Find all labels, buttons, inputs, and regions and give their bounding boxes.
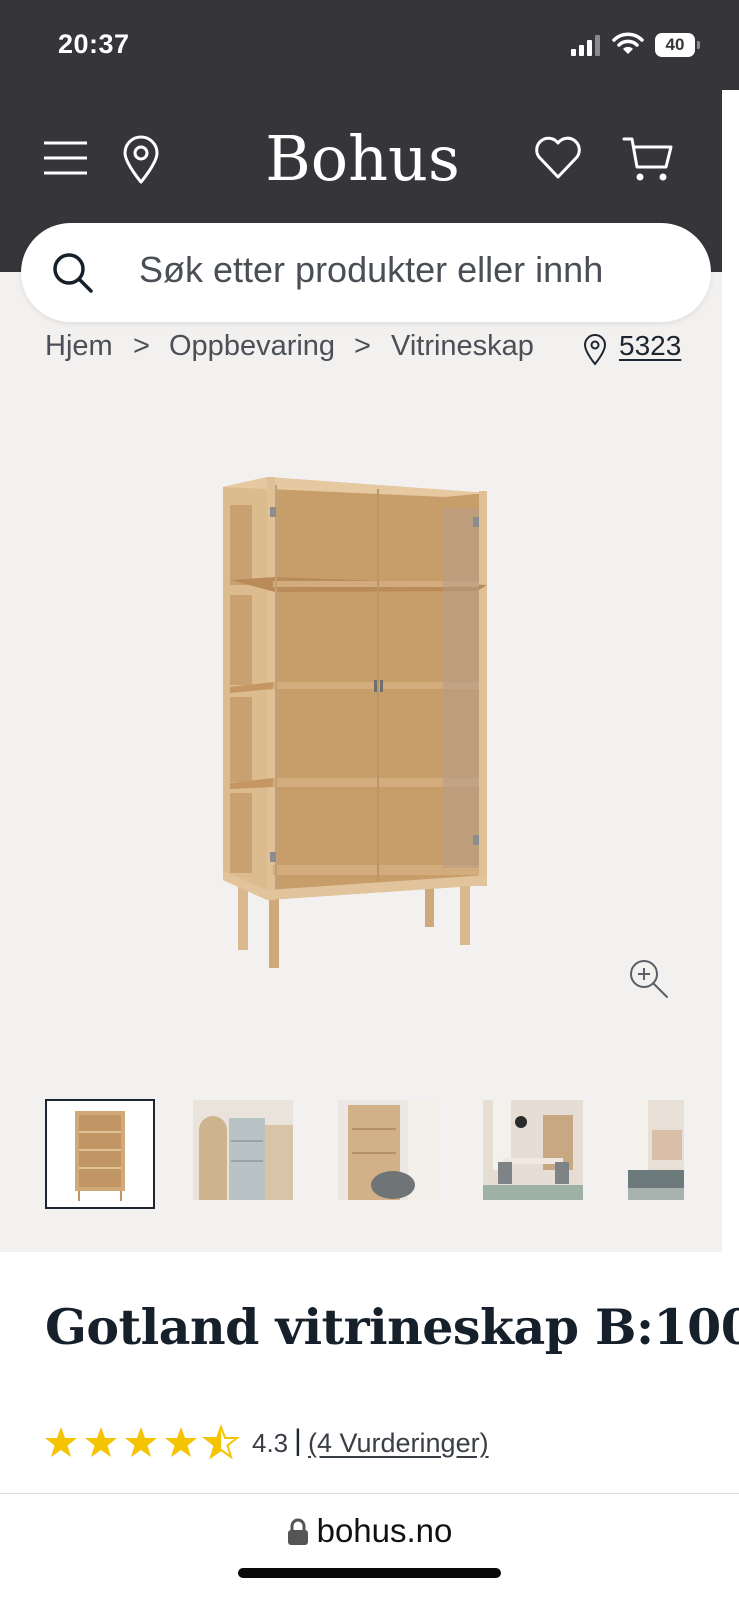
lock-icon [287,1518,308,1545]
menu-icon[interactable] [43,140,88,176]
breadcrumb-separator: > [133,330,150,362]
zoom-in-icon[interactable] [628,958,670,1000]
url-text: bohus.no [316,1512,453,1549]
browser-address-bar[interactable]: bohus.no [0,1493,739,1600]
bohus-logo[interactable]: Bohus [255,122,470,195]
breadcrumb-vitrineskap[interactable]: Vitrineskap [391,330,534,363]
home-indicator[interactable] [238,1568,501,1578]
thumbnail-image [193,1100,293,1200]
search-icon [53,253,93,293]
status-edge [722,0,739,90]
url-display[interactable]: bohus.no [0,1512,739,1550]
location-pin-icon[interactable] [122,135,160,185]
reviews-link[interactable]: (4 Vurderinger) [308,1428,489,1459]
thumbnail-image [483,1100,583,1200]
search-input[interactable]: Søk etter produkter eller innh [139,249,603,291]
location-pin-icon [583,334,607,366]
star-icon [165,1427,197,1457]
product-title: Gotland vitrineskap B:100 [45,1298,739,1356]
cellular-signal-icon [571,35,600,56]
status-bar: 20:37 40 [0,0,722,90]
breadcrumb-separator: > [354,330,371,362]
thumbnail-5[interactable] [628,1100,684,1200]
rating-divider: | [294,1424,302,1457]
thumbnail-image [47,1101,153,1207]
thumbnail-image [338,1100,438,1200]
breadcrumb-home[interactable]: Hjem [45,330,113,363]
battery-level: 40 [655,33,695,57]
wifi-icon [612,32,644,54]
product-image[interactable] [215,475,505,985]
store-number[interactable]: 5323 [619,330,681,362]
search-bar[interactable]: Søk etter produkter eller innh [21,223,711,322]
breadcrumb-oppbevaring[interactable]: Oppbevaring [169,330,335,363]
thumbnail-1[interactable] [45,1099,155,1209]
thumbnail-3[interactable] [338,1100,438,1200]
battery-indicator: 40 [655,33,701,57]
thumbnail-image [628,1100,684,1200]
thumbnail-2[interactable] [193,1100,293,1200]
star-icon [85,1427,117,1457]
thumbnail-4[interactable] [483,1100,583,1200]
cart-icon[interactable] [622,135,674,183]
star-rating [45,1426,238,1458]
rating-score: 4.3 [252,1428,289,1458]
star-icon [125,1427,157,1457]
star-icon [45,1427,77,1457]
battery-nub [697,41,700,49]
heart-icon[interactable] [534,135,582,180]
status-time: 20:37 [58,29,130,59]
half-star-icon [204,1426,238,1458]
